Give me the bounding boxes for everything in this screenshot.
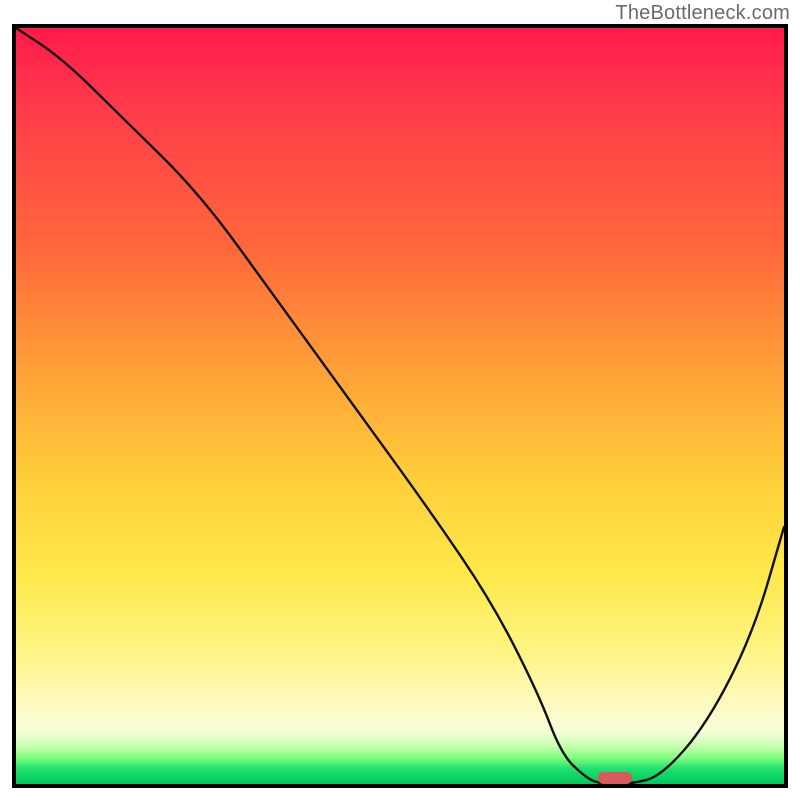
watermark-text: TheBottleneck.com [615, 2, 790, 25]
chart-background-gradient [16, 28, 784, 784]
chart-container: TheBottleneck.com [0, 0, 800, 800]
